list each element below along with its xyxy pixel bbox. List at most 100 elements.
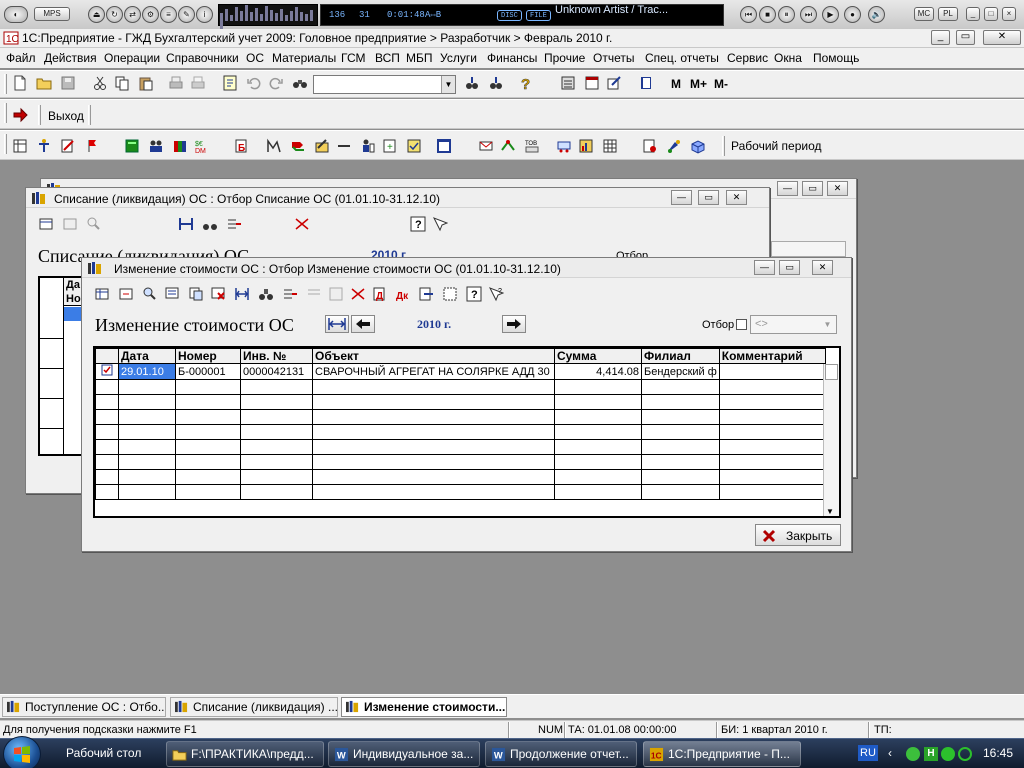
menu-reports[interactable]: Отчеты bbox=[593, 51, 634, 65]
switcher-tab-value-change-os[interactable]: Изменение стоимости... bbox=[341, 697, 507, 717]
menu-catalogs[interactable]: Справочники bbox=[166, 51, 239, 65]
table-row-empty[interactable] bbox=[95, 409, 826, 425]
yellow-doc-icon[interactable] bbox=[406, 138, 422, 154]
window-restore-button[interactable]: ▭ bbox=[779, 260, 800, 275]
interval-button[interactable] bbox=[325, 315, 349, 333]
tray-network-icon[interactable] bbox=[906, 747, 920, 761]
calc-m-button[interactable]: M bbox=[671, 77, 681, 91]
report-pen-icon[interactable] bbox=[60, 138, 76, 154]
books-icon[interactable] bbox=[172, 138, 188, 154]
repeat-icon[interactable]: ↻ bbox=[106, 6, 123, 23]
start-button[interactable] bbox=[3, 736, 41, 768]
prev-period-button[interactable] bbox=[351, 315, 375, 333]
filter-checkbox[interactable] bbox=[736, 319, 747, 330]
column-header-object[interactable]: Объект bbox=[312, 348, 555, 364]
new-row-icon[interactable] bbox=[38, 216, 54, 232]
window-close-button[interactable]: ✕ bbox=[812, 260, 833, 275]
edit-doc-icon[interactable] bbox=[314, 138, 330, 154]
calendar-icon[interactable] bbox=[584, 75, 600, 91]
menu-finance[interactable]: Финансы bbox=[487, 51, 537, 65]
envelope-icon[interactable] bbox=[478, 138, 494, 154]
taskbar-item-word-1[interactable]: W Индивидуальное за... bbox=[328, 741, 480, 767]
playlist-icon[interactable]: ≡ bbox=[160, 6, 177, 23]
taskbar-clock[interactable]: 16:45 bbox=[983, 746, 1013, 760]
redo-icon[interactable] bbox=[268, 75, 284, 91]
open-folder-icon[interactable] bbox=[36, 75, 52, 91]
undo-icon[interactable] bbox=[246, 75, 262, 91]
find-icon[interactable] bbox=[142, 286, 158, 302]
app-close-button[interactable]: ✕ bbox=[983, 30, 1021, 45]
search-combobox[interactable]: ▼ bbox=[313, 75, 456, 94]
chevron-down-icon[interactable]: ▼ bbox=[821, 318, 834, 331]
help-icon[interactable]: ? bbox=[518, 75, 534, 91]
tray-sync-icon[interactable] bbox=[958, 747, 972, 761]
menu-mbp[interactable]: МБП bbox=[406, 51, 433, 65]
column-header-comment[interactable]: Комментарий bbox=[718, 348, 826, 364]
journal-icon[interactable] bbox=[12, 138, 28, 154]
tob-icon[interactable]: ТОВ bbox=[524, 138, 540, 154]
play-icon[interactable]: ▶ bbox=[822, 6, 839, 23]
cut-icon[interactable] bbox=[92, 75, 108, 91]
work-period-button[interactable]: Рабочий период bbox=[731, 139, 822, 153]
window-close-button[interactable]: ✕ bbox=[726, 190, 747, 205]
print-icon[interactable] bbox=[168, 75, 184, 91]
chart-pen-icon[interactable] bbox=[606, 75, 622, 91]
filter-combobox[interactable] bbox=[771, 241, 846, 257]
find-next-icon[interactable] bbox=[464, 75, 480, 91]
cell-date[interactable]: 29.01.10 bbox=[118, 363, 176, 380]
column-header-branch[interactable]: Филиал bbox=[641, 348, 720, 364]
person-doc-icon[interactable] bbox=[360, 138, 376, 154]
pause-icon[interactable]: ⏸ bbox=[778, 6, 795, 23]
table-row-empty[interactable] bbox=[95, 379, 826, 395]
arrow-doc-icon[interactable] bbox=[418, 286, 434, 302]
scissors-red-icon[interactable] bbox=[294, 216, 310, 232]
menu-file[interactable]: Файл bbox=[6, 51, 36, 65]
volume-icon[interactable]: 🔊 bbox=[868, 6, 885, 23]
tray-app-icon[interactable]: H bbox=[924, 747, 938, 761]
help-icon[interactable]: ? bbox=[466, 286, 482, 302]
table-row-empty[interactable] bbox=[95, 469, 826, 485]
menu-help[interactable]: Помощь bbox=[813, 51, 859, 65]
red-flag-icon[interactable] bbox=[84, 138, 100, 154]
column-header-inventory[interactable]: Инв. № bbox=[240, 348, 313, 364]
table-row[interactable]: 29.01.10 Б-000001 0000042131 СВАРОЧНЫЙ А… bbox=[95, 363, 826, 380]
doc-kt-icon[interactable]: Дк bbox=[394, 286, 410, 302]
cart-icon[interactable] bbox=[556, 138, 572, 154]
table-row-empty[interactable] bbox=[95, 424, 826, 440]
switcher-tab-receipt-os[interactable]: Поступление ОС : Отбо... bbox=[2, 697, 166, 717]
column-header-date[interactable]: Дата bbox=[118, 348, 176, 364]
language-indicator[interactable]: RU bbox=[858, 745, 878, 761]
filter-combobox[interactable]: <> ▼ bbox=[750, 315, 837, 334]
value-change-grid[interactable]: Дата Номер Инв. № Объект Сумма Филиал Ко… bbox=[93, 346, 841, 518]
delete-row-icon[interactable] bbox=[210, 286, 226, 302]
window-restore-button[interactable]: ▭ bbox=[698, 190, 719, 205]
player-restore-icon[interactable]: □ bbox=[984, 7, 998, 21]
new-row-icon[interactable] bbox=[94, 286, 110, 302]
settings-icon[interactable]: ⚙ bbox=[142, 6, 159, 23]
window-minimize-button[interactable]: — bbox=[754, 260, 775, 275]
properties-icon[interactable] bbox=[222, 75, 238, 91]
pl-button[interactable]: PL bbox=[938, 7, 958, 21]
player-logo-icon[interactable]: ◐ bbox=[4, 6, 28, 23]
minus-icon[interactable] bbox=[336, 138, 352, 154]
period-calendar-icon[interactable] bbox=[436, 138, 452, 154]
tree-icon[interactable] bbox=[36, 138, 52, 154]
people-icon[interactable] bbox=[148, 138, 164, 154]
menu-services[interactable]: Услуги bbox=[440, 51, 477, 65]
menu-operations[interactable]: Операции bbox=[104, 51, 160, 65]
binoculars-icon[interactable] bbox=[202, 216, 218, 232]
cell-comment[interactable] bbox=[718, 363, 826, 380]
menu-gsm[interactable]: ГСМ bbox=[341, 51, 366, 65]
window-close-button[interactable]: ✕ bbox=[827, 181, 848, 196]
chevron-down-icon[interactable]: ▼ bbox=[826, 507, 834, 516]
edit-icon[interactable]: ✎ bbox=[178, 6, 195, 23]
binoculars-icon[interactable] bbox=[292, 75, 308, 91]
add-doc-icon[interactable]: + bbox=[382, 138, 398, 154]
next-icon[interactable]: ⏭ bbox=[800, 6, 817, 23]
document-stamp-icon[interactable] bbox=[642, 138, 658, 154]
tray-expand-icon[interactable]: ‹ bbox=[888, 746, 892, 760]
find-icon[interactable] bbox=[86, 216, 102, 232]
unpost-icon[interactable] bbox=[306, 286, 322, 302]
cell-object[interactable]: СВАРОЧНЫЙ АГРЕГАТ НА СОЛЯРКЕ АДД 30 bbox=[312, 363, 555, 380]
taskbar-item-word-2[interactable]: W Продолжение отчет... bbox=[485, 741, 637, 767]
